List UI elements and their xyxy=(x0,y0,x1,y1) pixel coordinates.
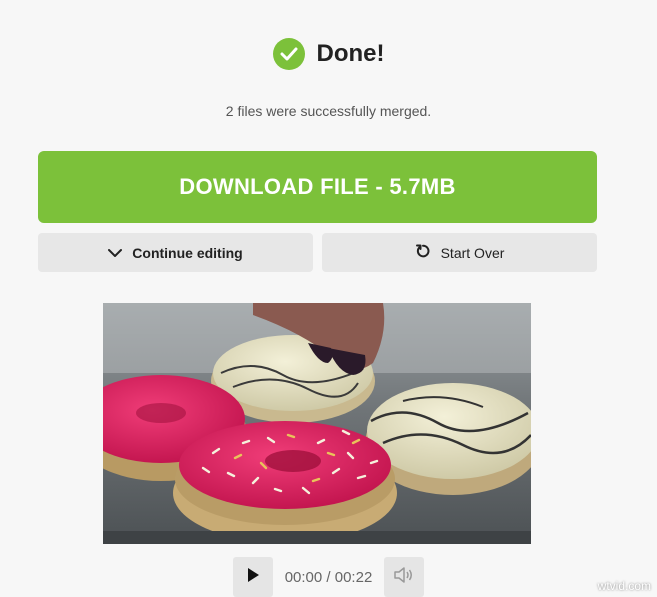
download-file-button[interactable]: DOWNLOAD FILE - 5.7MB xyxy=(38,151,597,223)
chevron-down-icon xyxy=(108,245,123,261)
start-over-label: Start Over xyxy=(440,244,505,261)
continue-editing-button[interactable]: Continue editing xyxy=(38,233,313,272)
restart-icon xyxy=(415,243,431,262)
check-circle-icon xyxy=(272,38,305,70)
donut-video-frame xyxy=(103,303,531,544)
status-subtitle: 2 files were successfully merged. xyxy=(225,103,432,119)
video-controls: 00:00 / 00:22 xyxy=(0,557,657,597)
play-icon xyxy=(246,567,260,588)
status-header: Done! xyxy=(0,38,657,70)
playback-time: 00:00 / 00:22 xyxy=(285,569,373,586)
play-button[interactable] xyxy=(232,557,273,597)
download-file-label: DOWNLOAD FILE - 5.7MB xyxy=(179,174,456,199)
duration: 00:22 xyxy=(334,568,373,586)
status-title: Done! xyxy=(316,40,385,67)
time-separator: / xyxy=(326,568,331,586)
video-preview[interactable] xyxy=(103,303,531,544)
current-time: 00:00 xyxy=(284,568,323,586)
volume-icon xyxy=(393,566,415,589)
volume-button[interactable] xyxy=(384,557,425,597)
watermark: wtvid.com xyxy=(597,579,651,593)
continue-editing-label: Continue editing xyxy=(132,244,243,261)
start-over-button[interactable]: Start Over xyxy=(322,233,597,272)
